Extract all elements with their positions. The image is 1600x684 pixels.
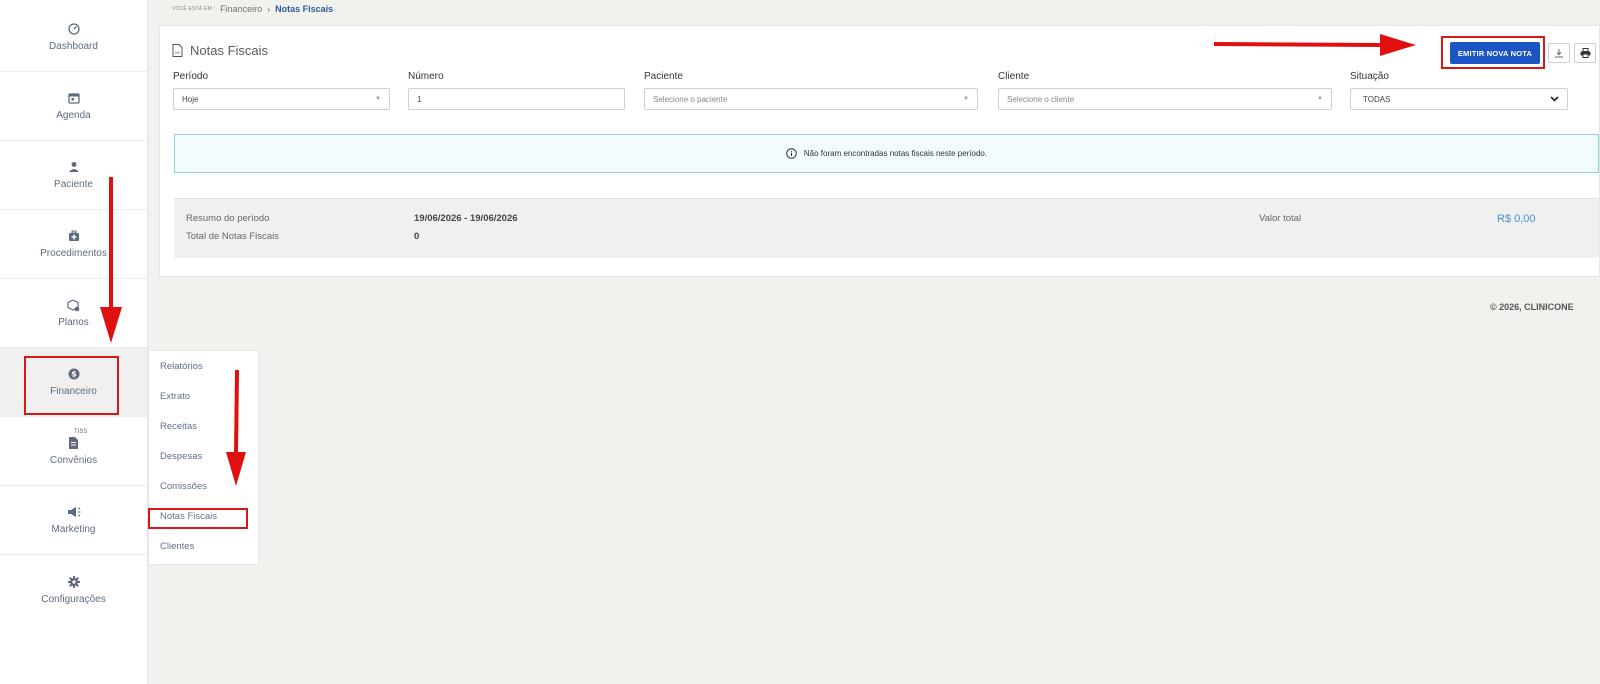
chevron-down-icon: ▼ [963, 96, 969, 102]
sidebar-item-agenda[interactable]: Agenda [0, 72, 147, 141]
periodo-label: Período [173, 71, 209, 82]
cliente-label: Cliente [998, 71, 1030, 82]
sidebar-item-label: Planos [58, 317, 89, 328]
annotation-box-notas-fiscais [148, 508, 248, 529]
megaphone-icon [67, 505, 81, 519]
breadcrumb-prefix: VOCÊ ESTÁ EM : [172, 6, 216, 12]
gauge-icon [67, 22, 81, 36]
invoice-icon: NF [172, 44, 183, 57]
cube-icon [67, 298, 81, 312]
period-summary: Resumo do período 19/06/2026 - 19/06/202… [174, 198, 1599, 258]
breadcrumb: VOCÊ ESTÁ EM : Financeiro › Notas Fiscai… [172, 4, 333, 14]
sidebar-item-marketing[interactable]: Marketing [0, 486, 147, 555]
annotation-arrow-down-submenu [226, 369, 246, 486]
download-button[interactable] [1548, 43, 1570, 63]
gear-icon [67, 575, 81, 589]
situacao-label: Situação [1350, 71, 1389, 82]
situacao-select[interactable]: TODAS [1350, 88, 1568, 110]
submenu-item-clientes[interactable]: Clientes [149, 532, 258, 560]
breadcrumb-separator: › [267, 4, 271, 14]
annotation-arrow-down-sidebar [100, 177, 122, 343]
sidebar-item-convenios[interactable]: Convênios [0, 417, 147, 486]
numero-label: Número [408, 71, 444, 82]
calendar-icon [67, 91, 81, 105]
print-icon [1580, 48, 1590, 58]
sidebar-item-label: Convênios [49, 455, 98, 466]
chevron-down-icon: ▼ [375, 96, 381, 102]
paciente-label: Paciente [644, 71, 683, 82]
sidebar-item-label: Agenda [56, 110, 91, 121]
empty-alert: Não foram encontradas notas fiscais nest… [174, 134, 1599, 173]
summary-total-label: Total de Notas Fiscais [186, 231, 279, 242]
info-icon [786, 148, 797, 159]
breadcrumb-section[interactable]: Financeiro [220, 4, 262, 14]
sidebar-item-configuracoes[interactable]: Configurações [0, 555, 147, 624]
summary-periodo-value: 19/06/2026 - 19/06/2026 [414, 213, 518, 224]
summary-periodo-label: Resumo do período [186, 213, 270, 224]
user-icon [67, 160, 81, 174]
notas-fiscais-card: NF Notas Fiscais EMITIR NOVA NOTA Períod… [159, 25, 1600, 277]
cliente-placeholder: Selecione o cliente [1007, 94, 1075, 104]
annotation-box-financeiro [24, 356, 119, 415]
page-title: NF Notas Fiscais [172, 43, 268, 58]
summary-valor-value: R$ 0,00 [1497, 213, 1536, 225]
sidebar-item-dashboard[interactable]: Dashboard [0, 3, 147, 72]
medical-bag-icon [67, 229, 81, 243]
print-button[interactable] [1574, 43, 1596, 63]
sidebar-item-label: Configurações [41, 593, 106, 605]
numero-input[interactable] [408, 88, 625, 110]
footer-copyright: © 2026, CLINICONE [1490, 302, 1574, 312]
chevron-down-icon [1550, 96, 1559, 102]
periodo-select[interactable]: Hoje ▼ [173, 88, 390, 110]
annotation-arrow-right [1213, 34, 1416, 56]
svg-text:NF: NF [175, 51, 180, 55]
situacao-value: TODAS [1363, 94, 1391, 104]
summary-valor-label: Valor total [1259, 213, 1302, 224]
sidebar-item-label: Marketing [51, 524, 96, 535]
download-icon [1555, 49, 1563, 58]
sidebar-item-label: Paciente [54, 179, 93, 190]
sidebar-item-label: Dashboard [49, 41, 98, 52]
page-title-text: Notas Fiscais [190, 43, 269, 58]
paciente-placeholder: Selecione o paciente [653, 94, 728, 104]
periodo-value: Hoje [182, 94, 199, 104]
breadcrumb-current: Notas Fiscais [275, 4, 334, 14]
alert-message: Não foram encontradas notas fiscais nest… [803, 149, 988, 158]
paciente-select[interactable]: Selecione o paciente ▼ [644, 88, 978, 110]
annotation-box-emit [1441, 36, 1545, 69]
cliente-select[interactable]: Selecione o cliente ▼ [998, 88, 1332, 110]
chevron-down-icon: ▼ [1317, 96, 1323, 102]
summary-total-value: 0 [414, 231, 420, 242]
document-icon [67, 436, 81, 450]
